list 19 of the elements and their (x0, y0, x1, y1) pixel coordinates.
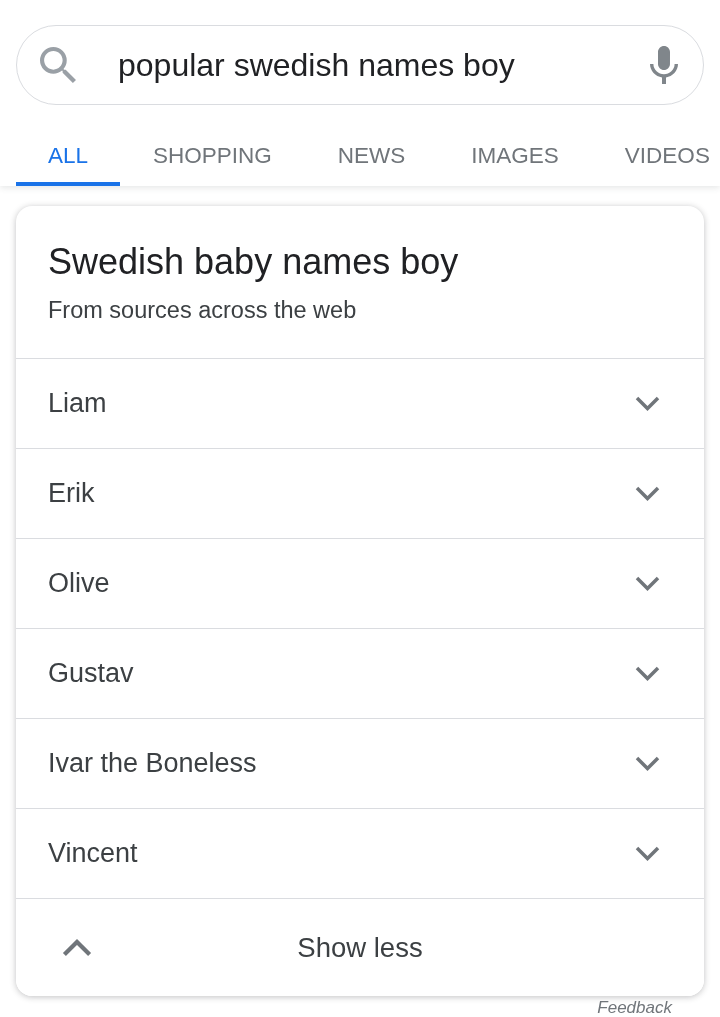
search-field[interactable]: popular swedish names boy (16, 25, 704, 105)
search-query-text: popular swedish names boy (118, 46, 515, 85)
search-tab[interactable]: SHOPPING (120, 126, 305, 186)
name-row[interactable]: Erik (16, 448, 704, 538)
search-tab[interactable]: NEWS (304, 126, 439, 186)
name-row[interactable]: Olive (16, 538, 704, 628)
card-subtitle: From sources across the web (48, 298, 357, 322)
name-row[interactable]: Liam (16, 358, 704, 448)
name-row[interactable]: Ivar the Boneless (16, 718, 704, 808)
card-title: Swedish baby names boy (48, 242, 459, 282)
microphone-icon[interactable] (650, 46, 678, 84)
search-tab[interactable]: IMAGES (438, 126, 592, 186)
feedback-link[interactable]: Feedback (597, 1000, 672, 1016)
name-row[interactable]: Gustav (16, 628, 704, 718)
show-less-button[interactable]: Show less (16, 898, 704, 996)
name-row[interactable]: Vincent (16, 808, 704, 898)
search-icon (40, 47, 76, 83)
search-tab[interactable]: ALL (16, 126, 121, 186)
search-tab[interactable]: VIDEOS (591, 126, 710, 186)
